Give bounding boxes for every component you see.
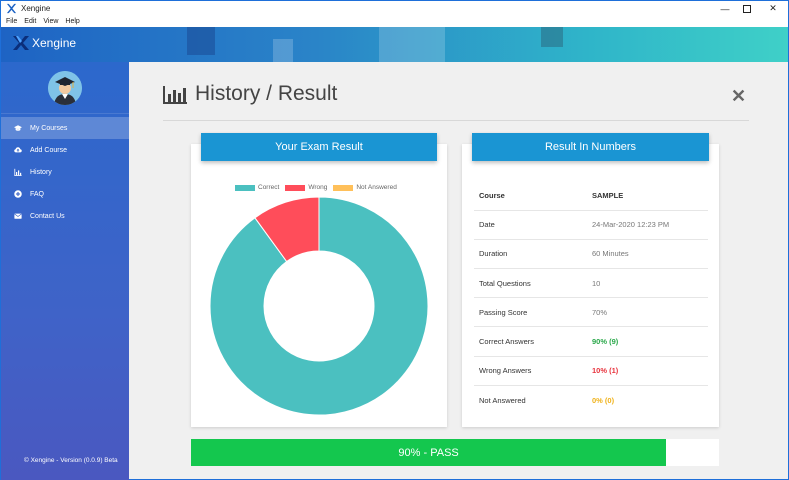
app-logo-icon — [6, 3, 17, 14]
menu-bar: File Edit View Help — [0, 16, 789, 27]
sidebar-item-faq[interactable]: FAQ — [1, 183, 129, 205]
row-label: Date — [474, 210, 592, 240]
doughnut-chart — [209, 196, 429, 416]
avatar-section — [1, 62, 129, 114]
xengine-logo-icon — [13, 36, 29, 50]
close-icon[interactable]: ✕ — [758, 1, 788, 16]
exam-result-card: Correct Wrong Not Answered — [191, 144, 447, 427]
result-numbers-header: Result In Numbers — [472, 133, 709, 161]
row-value: 24-Mar-2020 12:23 PM — [592, 210, 708, 240]
row-value: 10 — [592, 268, 708, 299]
menu-edit[interactable]: Edit — [24, 18, 36, 25]
sidebar-item-history[interactable]: History — [1, 161, 129, 183]
table-row: Passing Score 70% — [474, 297, 708, 328]
table-row: Correct Answers 90% (9) — [474, 326, 708, 357]
window-controls: — ✕ — [714, 1, 788, 17]
bar-chart-icon — [14, 168, 22, 176]
sidebar-item-label: My Courses — [30, 124, 68, 132]
envelope-icon — [14, 213, 22, 219]
version-footer: © Xengine - Version (0.0.9) Beta — [24, 457, 118, 464]
result-numbers-card: Course SAMPLE Date 24-Mar-2020 12:23 PM Dura… — [462, 144, 719, 427]
cloud-upload-icon — [14, 147, 22, 153]
row-label: Not Answered — [479, 395, 526, 405]
table-row: Duration 60 Minutes — [474, 239, 708, 270]
sidebar-item-label: FAQ — [30, 190, 45, 198]
window-titlebar: Xengine — ✕ — [0, 0, 789, 16]
menu-file[interactable]: File — [6, 18, 17, 25]
main-content: History / Result ✕ Correct Wrong Not Ans… — [129, 62, 789, 480]
sidebar-item-my-courses[interactable]: My Courses — [1, 117, 129, 139]
row-label: Passing Score — [474, 297, 592, 328]
maximize-icon[interactable] — [736, 1, 758, 16]
row-label: Correct Answers — [474, 326, 592, 357]
row-value: 70% — [592, 297, 708, 328]
row-value: 10% (1) — [592, 356, 708, 386]
sidebar-item-add-course[interactable]: Add Course — [1, 139, 129, 161]
brand-name: Xengine — [32, 36, 77, 50]
minimize-icon[interactable]: — — [714, 1, 736, 16]
row-value: 60 Minutes — [592, 239, 708, 270]
table-row: Course SAMPLE — [474, 181, 708, 211]
row-label: Wrong Answers — [474, 356, 592, 386]
avatar[interactable] — [48, 70, 82, 105]
page-header: History / Result — [163, 82, 337, 106]
sidebar-item-label: History — [30, 168, 52, 176]
sidebar-item-label: Add Course — [30, 146, 67, 154]
row-value: 0% (0) — [592, 395, 615, 405]
table-row: Total Questions 10 — [474, 268, 708, 299]
exam-result-header: Your Exam Result — [201, 133, 437, 161]
window-title: Xengine — [21, 4, 51, 13]
progress-label: 90% - PASS — [398, 446, 459, 459]
table-row: Not Answered 0% (0) — [474, 385, 708, 414]
row-label: Total Questions — [474, 268, 592, 299]
graduation-cap-icon — [14, 125, 22, 131]
app-header: Xengine — [0, 27, 789, 62]
row-label: Course — [474, 181, 592, 211]
table-row: Date 24-Mar-2020 12:23 PM — [474, 210, 708, 240]
result-numbers-table: Course SAMPLE Date 24-Mar-2020 12:23 PM Dura… — [474, 181, 708, 415]
row-value: SAMPLE — [592, 181, 708, 211]
row-label: Duration — [474, 239, 592, 270]
plus-circle-icon — [14, 190, 22, 198]
sidebar-item-label: Contact Us — [30, 212, 65, 220]
brand-logo: Xengine — [13, 36, 76, 50]
menu-view[interactable]: View — [43, 18, 58, 25]
menu-help[interactable]: Help — [65, 18, 79, 25]
divider — [163, 120, 749, 121]
page-title: History / Result — [195, 82, 338, 105]
close-page-icon[interactable]: ✕ — [731, 86, 746, 107]
graduate-avatar-icon — [48, 70, 82, 105]
table-row: Wrong Answers 10% (1) — [474, 356, 708, 386]
sidebar: My Courses Add Course History FAQ Contac… — [0, 62, 129, 480]
pass-progress-bar: 90% - PASS — [191, 439, 719, 466]
row-value: 90% (9) — [592, 326, 708, 357]
sidebar-item-contact-us[interactable]: Contact Us — [1, 205, 129, 227]
bar-chart-icon — [163, 86, 187, 104]
